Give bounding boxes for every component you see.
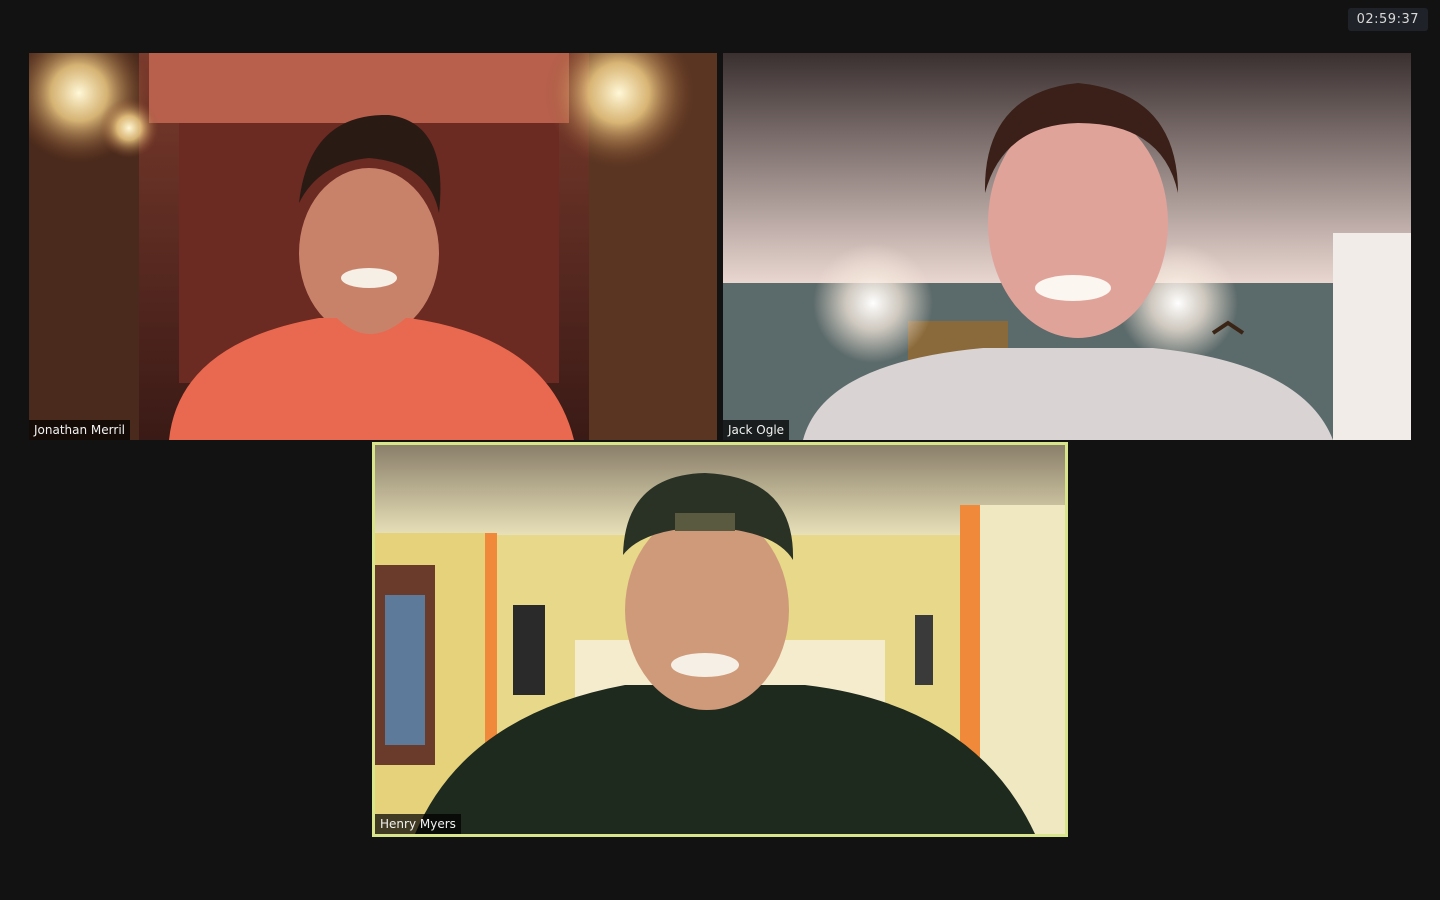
video-feed [375,445,1065,834]
participant-name-label: Henry Myers [375,814,461,834]
participant-tile-jonathan-merril[interactable]: Jonathan Merril [29,53,717,440]
meeting-timer: 02:59:37 [1347,8,1428,31]
participant-name-label: Jonathan Merril [29,420,130,440]
video-feed [29,53,717,440]
video-call-gallery: 02:59:37 Jonathan Merril Jack Ogle Henry… [0,0,1440,900]
participant-tile-jack-ogle[interactable]: Jack Ogle [723,53,1411,440]
video-feed [723,53,1411,440]
participant-tile-henry-myers[interactable]: Henry Myers [372,442,1068,837]
participant-name-label: Jack Ogle [723,420,790,440]
